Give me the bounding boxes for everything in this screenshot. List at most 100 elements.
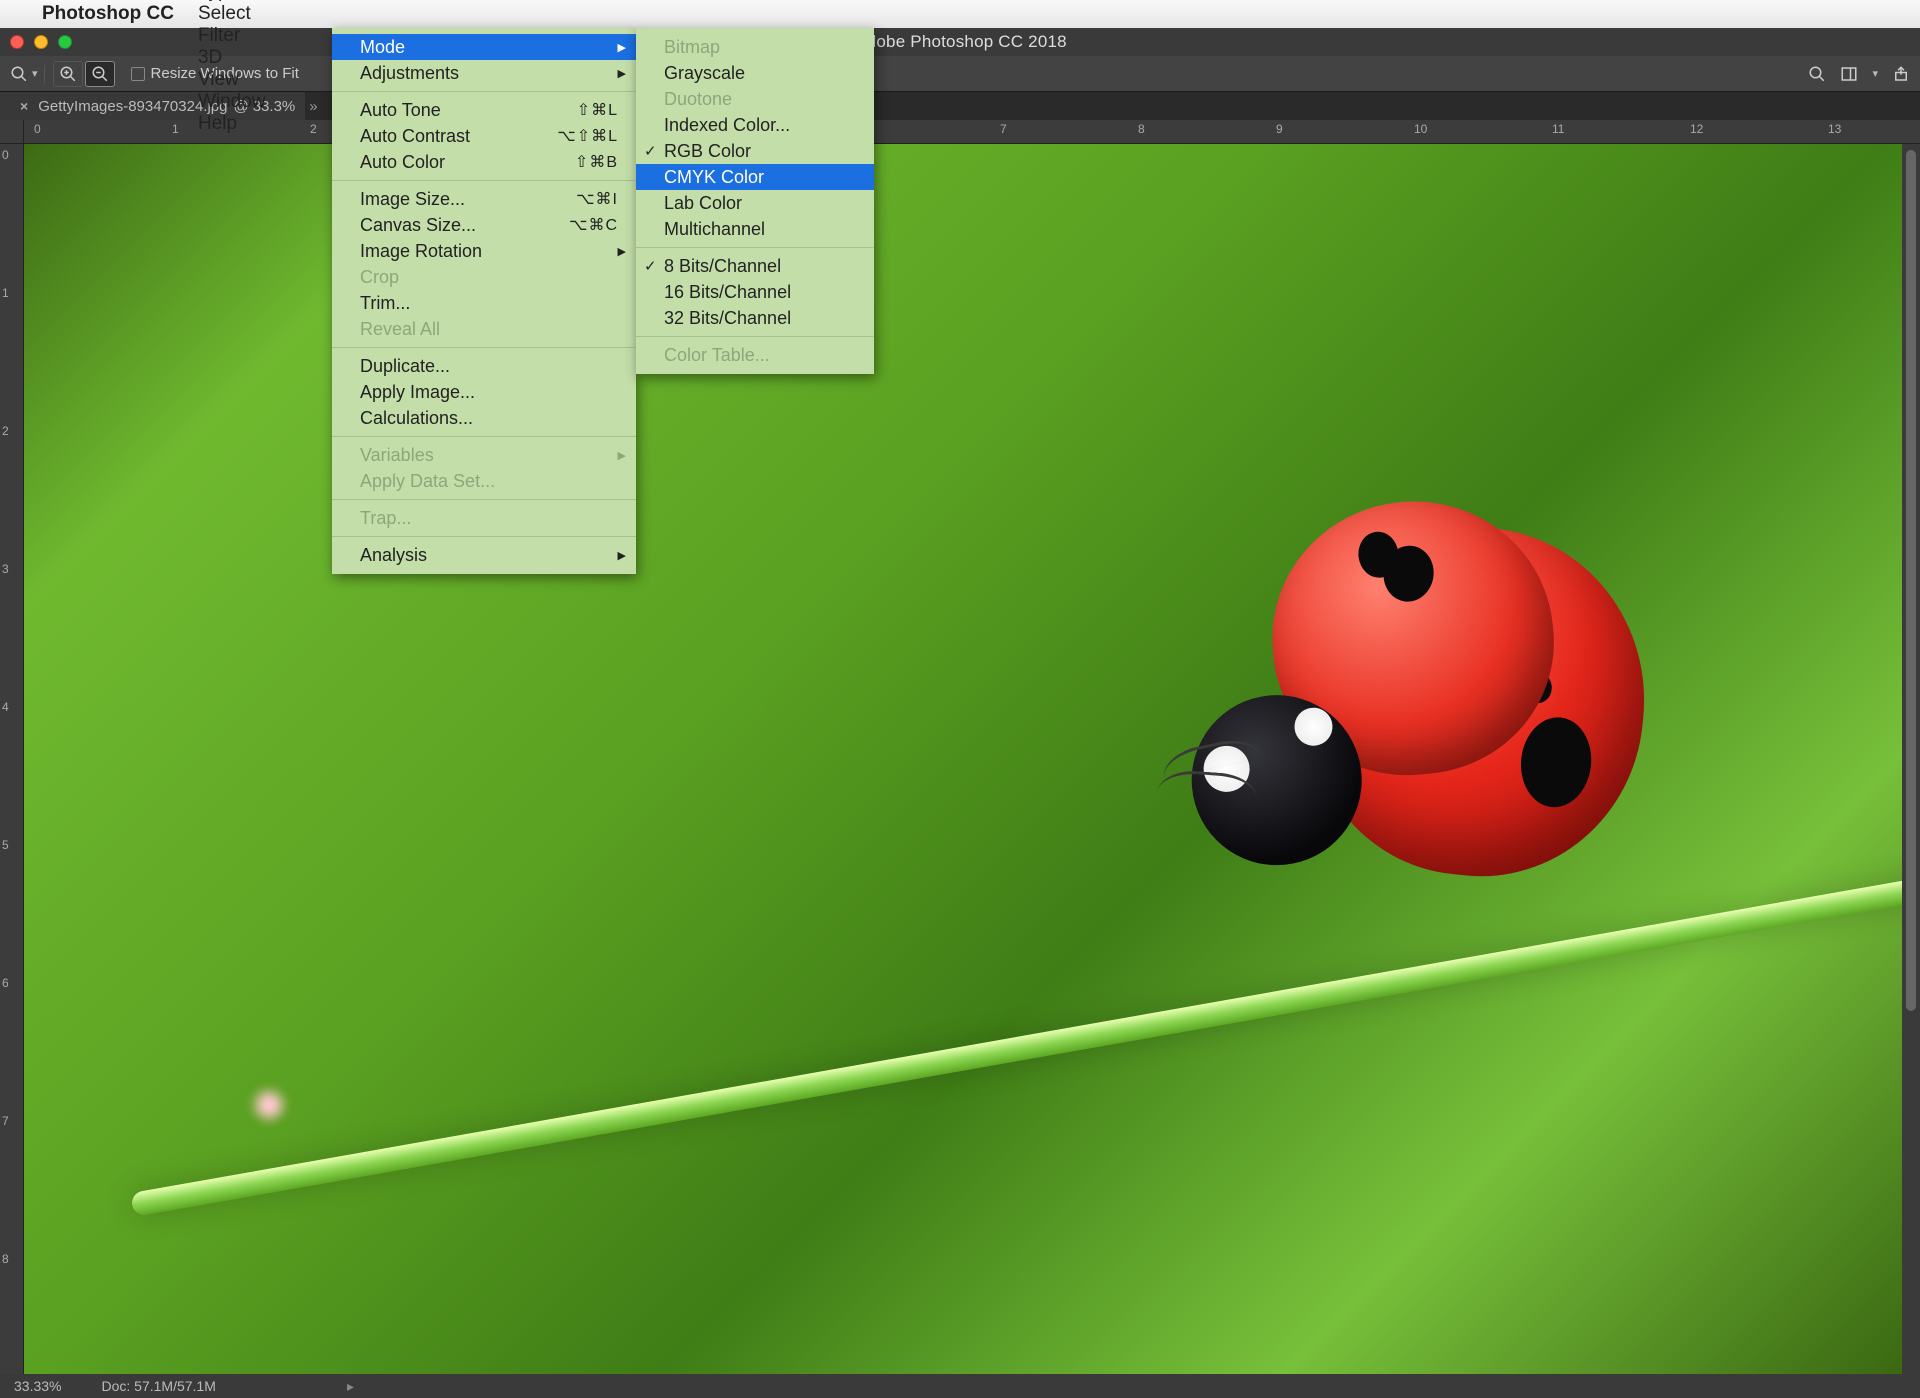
ruler-tick: 2 bbox=[2, 424, 9, 438]
menu-item-label: Duotone bbox=[664, 89, 732, 110]
menu-item-label: RGB Color bbox=[664, 141, 751, 162]
menu-item-label: 16 Bits/Channel bbox=[664, 282, 791, 303]
document-canvas[interactable] bbox=[24, 144, 1902, 1374]
zoom-out-button[interactable] bbox=[85, 61, 115, 87]
mode-menu-grayscale[interactable]: Grayscale bbox=[636, 60, 874, 86]
menu-item-label: Indexed Color... bbox=[664, 115, 790, 136]
zoom-in-button[interactable] bbox=[53, 61, 83, 87]
image-menu-image-rotation[interactable]: Image Rotation bbox=[332, 238, 636, 264]
ruler-tick: 13 bbox=[1828, 122, 1841, 136]
chevron-down-icon[interactable]: ▾ bbox=[1872, 67, 1878, 80]
menu-help[interactable]: Help bbox=[186, 113, 278, 135]
image-menu-apply-image[interactable]: Apply Image... bbox=[332, 379, 636, 405]
share-icon[interactable] bbox=[1892, 65, 1910, 83]
menu-item-label: Multichannel bbox=[664, 219, 765, 240]
mode-menu-lab-color[interactable]: Lab Color bbox=[636, 190, 874, 216]
scroll-thumb[interactable] bbox=[1906, 150, 1916, 1011]
status-bar: 33.33% Doc: 57.1M/57.1M ▸ bbox=[0, 1374, 1920, 1398]
mode-menu-16-bits-channel[interactable]: 16 Bits/Channel bbox=[636, 279, 874, 305]
image-menu-image-size[interactable]: Image Size... ⌥⌘I bbox=[332, 186, 636, 212]
tool-preset-picker[interactable]: ▾ bbox=[10, 65, 45, 83]
menu-window[interactable]: Window bbox=[186, 91, 278, 113]
close-tab-icon[interactable]: × bbox=[10, 98, 28, 114]
ruler-tick: 9 bbox=[1276, 122, 1283, 136]
zoom-window-button[interactable] bbox=[58, 35, 72, 49]
image-menu-auto-contrast[interactable]: Auto Contrast ⌥⇧⌘L bbox=[332, 123, 636, 149]
mode-menu-rgb-color[interactable]: RGB Color bbox=[636, 138, 874, 164]
mode-menu-multichannel[interactable]: Multichannel bbox=[636, 216, 874, 242]
menu-3d[interactable]: 3D bbox=[186, 47, 278, 69]
menu-item-label: Color Table... bbox=[664, 345, 770, 366]
status-flyout-icon[interactable]: ▸ bbox=[347, 1378, 354, 1395]
ruler-tick: 12 bbox=[1690, 122, 1703, 136]
image-menu-mode[interactable]: Mode bbox=[332, 34, 636, 60]
ruler-tick: 11 bbox=[1552, 122, 1564, 136]
image-menu-trap: Trap... bbox=[332, 505, 636, 531]
mode-submenu-dropdown: BitmapGrayscaleDuotoneIndexed Color...RG… bbox=[636, 28, 874, 374]
menu-item-label: Lab Color bbox=[664, 193, 742, 214]
magnifier-icon bbox=[10, 65, 28, 83]
image-menu-adjustments[interactable]: Adjustments bbox=[332, 60, 636, 86]
ruler-tick: 6 bbox=[2, 976, 9, 990]
window-titlebar: Adobe Photoshop CC 2018 bbox=[0, 28, 1920, 56]
menu-view[interactable]: View bbox=[186, 69, 278, 91]
menu-item-label: Mode bbox=[360, 37, 405, 58]
menu-item-shortcut: ⇧⌘B bbox=[535, 152, 618, 172]
menu-select[interactable]: Select bbox=[186, 3, 278, 25]
app-name[interactable]: Photoshop CC bbox=[30, 3, 186, 25]
menu-item-label: Apply Image... bbox=[360, 382, 475, 403]
menu-item-label: Apply Data Set... bbox=[360, 471, 495, 492]
ruler-tick: 7 bbox=[2, 1114, 9, 1128]
frame-layout-icon[interactable] bbox=[1840, 65, 1858, 83]
horizontal-ruler[interactable]: 012345678910111213 bbox=[24, 120, 1920, 144]
minimize-window-button[interactable] bbox=[34, 35, 48, 49]
menu-filter[interactable]: Filter bbox=[186, 25, 278, 47]
image-menu-auto-color[interactable]: Auto Color⇧⌘B bbox=[332, 149, 636, 175]
ruler-tick: 5 bbox=[2, 838, 9, 852]
ruler-tick: 4 bbox=[2, 700, 9, 714]
mode-menu-indexed-color[interactable]: Indexed Color... bbox=[636, 112, 874, 138]
image-menu-variables: Variables bbox=[332, 442, 636, 468]
mode-menu-color-table: Color Table... bbox=[636, 342, 874, 368]
menu-item-label: Analysis bbox=[360, 545, 427, 566]
ruler-origin[interactable] bbox=[0, 120, 24, 144]
menu-item-label: Trim... bbox=[360, 293, 410, 314]
ruler-tick: 8 bbox=[1138, 122, 1145, 136]
zoom-in-icon bbox=[59, 65, 77, 83]
search-icon[interactable] bbox=[1808, 65, 1826, 83]
menu-item-shortcut: ⌥⇧⌘L bbox=[517, 126, 618, 146]
image-menu-calculations[interactable]: Calculations... bbox=[332, 405, 636, 431]
menu-item-shortcut: ⌥⌘I bbox=[536, 189, 618, 209]
menu-item-label: Auto Contrast bbox=[360, 126, 470, 147]
status-doc-info[interactable]: Doc: 57.1M/57.1M bbox=[101, 1378, 215, 1394]
checkbox-icon bbox=[131, 67, 145, 81]
menu-item-label: Duplicate... bbox=[360, 356, 450, 377]
vertical-ruler[interactable]: 012345678 bbox=[0, 144, 24, 1374]
image-menu-crop: Crop bbox=[332, 264, 636, 290]
options-bar: ▾ Resize Windows to Fit ▾ bbox=[0, 56, 1920, 92]
tab-overflow-icon[interactable]: » bbox=[305, 98, 317, 115]
traffic-lights bbox=[10, 35, 72, 49]
ruler-tick: 7 bbox=[1000, 122, 1007, 136]
mode-menu-cmyk-color[interactable]: CMYK Color bbox=[636, 164, 874, 190]
menu-item-label: Canvas Size... bbox=[360, 215, 476, 236]
mode-menu-32-bits-channel[interactable]: 32 Bits/Channel bbox=[636, 305, 874, 331]
menu-item-label: Adjustments bbox=[360, 63, 459, 84]
menu-item-label: 32 Bits/Channel bbox=[664, 308, 791, 329]
ruler-tick: 1 bbox=[2, 286, 9, 300]
ruler-tick: 10 bbox=[1414, 122, 1427, 136]
image-menu-analysis[interactable]: Analysis bbox=[332, 542, 636, 568]
image-menu-auto-tone[interactable]: Auto Tone⇧⌘L bbox=[332, 97, 636, 123]
image-menu-canvas-size[interactable]: Canvas Size...⌥⌘C bbox=[332, 212, 636, 238]
status-zoom[interactable]: 33.33% bbox=[14, 1378, 61, 1394]
image-menu-dropdown: ModeAdjustmentsAuto Tone⇧⌘LAuto Contrast… bbox=[332, 28, 636, 574]
close-window-button[interactable] bbox=[10, 35, 24, 49]
vertical-scrollbar[interactable] bbox=[1902, 144, 1920, 1374]
ruler-tick: 3 bbox=[2, 562, 9, 576]
menu-item-label: Variables bbox=[360, 445, 434, 466]
mode-menu-8-bits-channel[interactable]: 8 Bits/Channel bbox=[636, 253, 874, 279]
menu-item-label: Image Size... bbox=[360, 189, 465, 210]
menu-item-shortcut: ⇧⌘L bbox=[537, 100, 618, 120]
image-menu-trim[interactable]: Trim... bbox=[332, 290, 636, 316]
image-menu-duplicate[interactable]: Duplicate... bbox=[332, 353, 636, 379]
